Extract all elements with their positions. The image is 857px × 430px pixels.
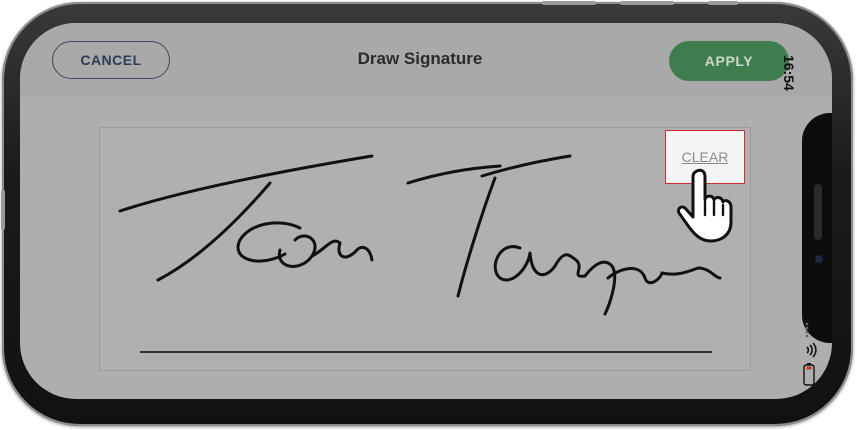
- signal-dots-icon: [805, 322, 809, 338]
- signature-baseline: [140, 351, 712, 353]
- volume-button: [542, 1, 596, 5]
- power-button: [1, 190, 5, 230]
- apply-button[interactable]: APPLY: [669, 41, 789, 81]
- mute-switch: [708, 1, 738, 5]
- header-bar: CANCEL Draw Signature APPLY: [20, 23, 832, 97]
- signature-pad[interactable]: CLEAR: [99, 127, 751, 371]
- volume-button: [620, 1, 674, 5]
- signature-drawing: [118, 154, 722, 316]
- page-title: Draw Signature: [357, 49, 483, 68]
- cancel-button[interactable]: CANCEL: [52, 41, 170, 79]
- status-time: 16:54: [781, 55, 797, 91]
- battery-icon: [803, 363, 815, 386]
- pointer-hand-icon: [677, 168, 733, 243]
- wifi-icon: [806, 342, 817, 358]
- earpiece-speaker: [814, 184, 822, 240]
- status-icons: [803, 322, 817, 386]
- front-camera: [815, 255, 823, 263]
